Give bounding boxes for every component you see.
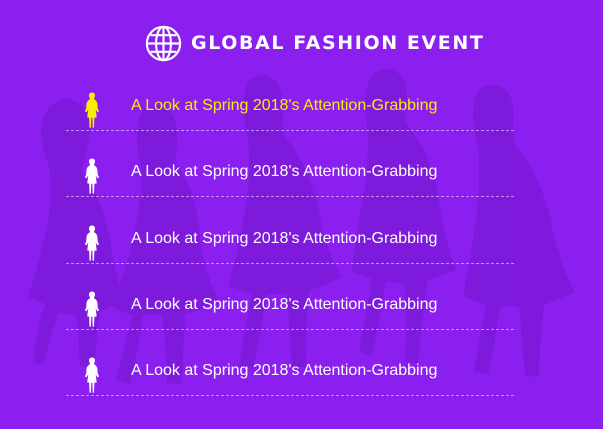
article-list-item-3[interactable]: A Look at Spring 2018's Attention-Grabbi… [66, 214, 514, 264]
divider [66, 263, 514, 264]
divider [66, 130, 514, 131]
article-link[interactable]: A Look at Spring 2018's Attention-Grabbi… [131, 229, 437, 249]
female-figure-icon [84, 225, 100, 261]
female-figure-icon [84, 291, 100, 327]
female-figure-icon [84, 357, 100, 393]
article-list-item-2[interactable]: A Look at Spring 2018's Attention-Grabbi… [66, 147, 514, 197]
article-list-item-5[interactable]: A Look at Spring 2018's Attention-Grabbi… [66, 346, 514, 396]
article-list-item-4[interactable]: A Look at Spring 2018's Attention-Grabbi… [66, 280, 514, 330]
fashion-event-panel: GLOBAL FASHION EVENT A Look at Spring 20… [0, 0, 603, 429]
female-figure-icon [84, 158, 100, 194]
article-list-item-1[interactable]: A Look at Spring 2018's Attention-Grabbi… [66, 81, 514, 131]
article-link[interactable]: A Look at Spring 2018's Attention-Grabbi… [131, 162, 437, 182]
article-link[interactable]: A Look at Spring 2018's Attention-Grabbi… [131, 361, 437, 381]
divider [66, 395, 514, 396]
female-figure-icon [84, 92, 100, 128]
article-link[interactable]: A Look at Spring 2018's Attention-Grabbi… [131, 96, 437, 116]
divider [66, 196, 514, 197]
article-link[interactable]: A Look at Spring 2018's Attention-Grabbi… [131, 295, 437, 315]
article-list: A Look at Spring 2018's Attention-Grabbi… [0, 0, 603, 429]
divider [66, 329, 514, 330]
